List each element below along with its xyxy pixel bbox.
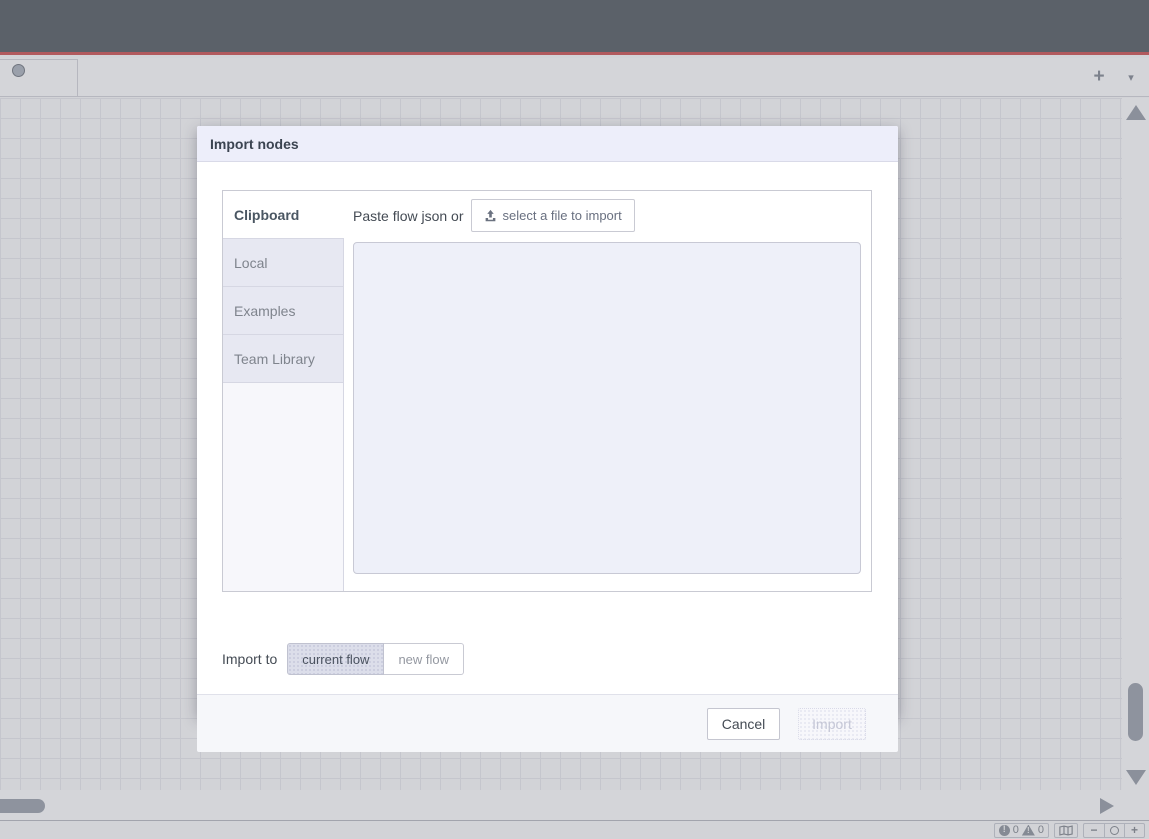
import-source-tabs: Clipboard Local Examples Team Library (223, 191, 344, 591)
map-icon (1059, 825, 1073, 836)
flow-status-dot-icon (12, 64, 25, 77)
upload-icon (484, 209, 497, 222)
cancel-button[interactable]: Cancel (707, 708, 780, 740)
zoom-out-button[interactable]: − (1084, 823, 1104, 838)
import-target-toggle: current flow new flow (287, 643, 464, 675)
plus-icon: + (1131, 823, 1138, 837)
scroll-right-icon[interactable] (1100, 798, 1114, 814)
import-to-label: Import to (222, 651, 277, 667)
flow-list-button[interactable]: ▾ (1117, 58, 1145, 96)
error-icon (999, 825, 1010, 836)
error-count: 0 (1013, 824, 1019, 836)
tab-column-filler (223, 383, 344, 591)
scroll-up-icon[interactable] (1126, 105, 1146, 120)
tab-team-library[interactable]: Team Library (223, 335, 344, 383)
dialog-footer: Cancel Import (197, 694, 898, 752)
zoom-in-button[interactable]: + (1124, 823, 1144, 838)
add-flow-button[interactable]: + (1081, 58, 1117, 96)
clipboard-panel: Paste flow json or select a file to impo… (344, 191, 871, 591)
notification-counts[interactable]: 0 0 (994, 823, 1049, 838)
import-target-new-flow[interactable]: new flow (384, 643, 464, 675)
minus-icon: − (1090, 823, 1097, 837)
flow-tab-bar: + ▾ (0, 58, 1149, 97)
tab-team-library-label: Team Library (234, 351, 315, 367)
dialog-body: Clipboard Local Examples Team Library Pa… (197, 162, 898, 658)
tab-clipboard[interactable]: Clipboard (223, 191, 344, 239)
tab-examples[interactable]: Examples (223, 287, 344, 335)
import-target-current-flow[interactable]: current flow (287, 643, 384, 675)
chevron-down-icon: ▾ (1128, 71, 1134, 84)
status-bar: 0 0 − + (0, 820, 1149, 839)
flow-tab[interactable] (0, 59, 78, 96)
new-flow-label: new flow (398, 652, 449, 667)
plus-icon: + (1093, 66, 1104, 88)
tab-clipboard-label: Clipboard (234, 207, 299, 223)
zoom-reset-button[interactable] (1104, 823, 1124, 838)
paste-prompt-label: Paste flow json or (353, 208, 464, 224)
zoom-reset-icon (1110, 826, 1119, 835)
horizontal-scrollbar[interactable] (0, 799, 45, 813)
select-file-button[interactable]: select a file to import (471, 199, 635, 232)
dialog-header: Import nodes (197, 126, 898, 162)
select-file-button-label: select a file to import (503, 208, 622, 223)
import-box: Clipboard Local Examples Team Library Pa… (222, 190, 872, 592)
warning-count: 0 (1038, 824, 1044, 836)
tab-examples-label: Examples (234, 303, 295, 319)
vertical-scrollbar[interactable] (1128, 683, 1143, 741)
tab-local-label: Local (234, 255, 267, 271)
import-to-row: Import to current flow new flow (222, 643, 464, 675)
import-button[interactable]: Import (798, 708, 866, 740)
current-flow-label: current flow (302, 652, 369, 667)
warning-icon (1022, 825, 1035, 836)
zoom-controls: − + (1083, 823, 1145, 838)
import-nodes-dialog: Import nodes Clipboard Local Examples Te… (197, 126, 898, 716)
scroll-down-icon[interactable] (1126, 770, 1146, 785)
dialog-title: Import nodes (210, 136, 299, 152)
app-header (0, 0, 1149, 55)
tab-local[interactable]: Local (223, 239, 344, 287)
navigator-button[interactable] (1054, 823, 1078, 838)
import-json-textarea[interactable] (353, 242, 861, 574)
